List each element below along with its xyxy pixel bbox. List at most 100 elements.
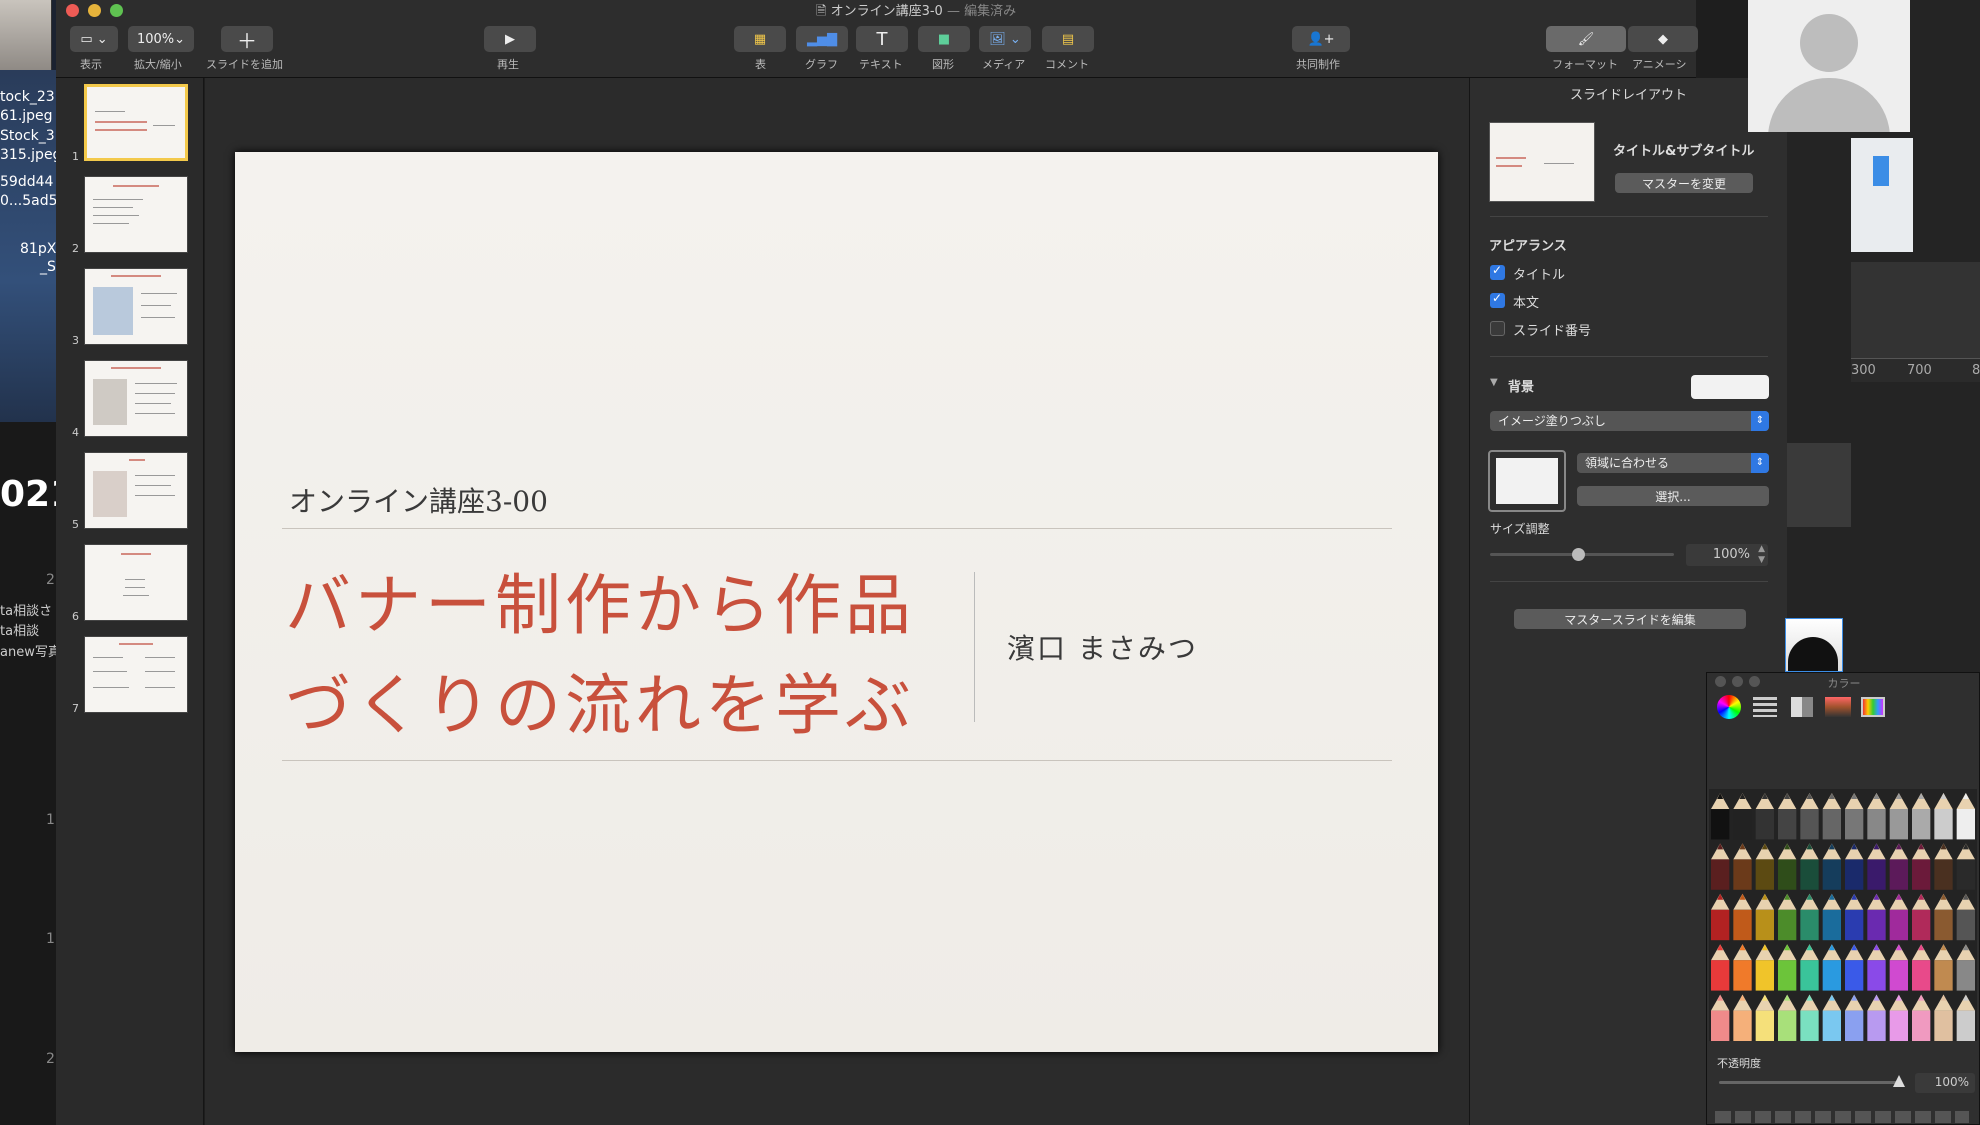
- collaborate-button[interactable]: 👤+: [1292, 26, 1350, 52]
- comment-button[interactable]: ▤: [1042, 26, 1094, 52]
- crayon-picker[interactable]: [1709, 789, 1977, 1041]
- pencil-grid[interactable]: [1709, 789, 1977, 1041]
- pencil-color[interactable]: [1711, 960, 1730, 991]
- pencil-color[interactable]: [1912, 1010, 1931, 1041]
- animate-button[interactable]: ◆: [1628, 26, 1698, 52]
- pencil-color[interactable]: [1822, 960, 1841, 991]
- desktop-file-label[interactable]: tock_23: [0, 88, 55, 106]
- pencil-color[interactable]: [1934, 859, 1953, 890]
- pencil-color[interactable]: [1956, 809, 1975, 840]
- pencil-color[interactable]: [1956, 1010, 1975, 1041]
- change-master-button[interactable]: マスターを変更: [1615, 173, 1753, 193]
- zoom-window-button[interactable]: [110, 4, 123, 17]
- pencil-color[interactable]: [1800, 909, 1819, 941]
- pencil-color[interactable]: [1934, 809, 1953, 840]
- slide-number-checkbox[interactable]: [1490, 321, 1505, 336]
- pencil-color[interactable]: [1956, 960, 1975, 991]
- media-button[interactable]: 🖼 ⌄: [979, 26, 1031, 52]
- pencil-color[interactable]: [1711, 909, 1730, 941]
- desktop-file-label[interactable]: 59dd44: [0, 173, 53, 191]
- desktop-file-label[interactable]: 61.jpeg: [0, 107, 53, 125]
- body-checkbox[interactable]: [1490, 291, 1505, 308]
- pencil-color[interactable]: [1889, 1010, 1908, 1041]
- pencil-color[interactable]: [1934, 909, 1953, 941]
- slide-thumbnail-1[interactable]: [84, 84, 188, 161]
- pencils-icon[interactable]: [1861, 697, 1885, 717]
- opacity-value-field[interactable]: 100%: [1915, 1073, 1975, 1093]
- pencil-color[interactable]: [1778, 809, 1797, 840]
- slide-thumbnail-5[interactable]: [84, 452, 188, 529]
- pencil-color[interactable]: [1889, 909, 1908, 941]
- pencil-color[interactable]: [1733, 1010, 1752, 1041]
- add-slide-button[interactable]: ＋: [221, 26, 273, 53]
- pencil-color[interactable]: [1934, 960, 1953, 991]
- disclosure-triangle-icon[interactable]: ▼: [1490, 377, 1498, 388]
- pencil-color[interactable]: [1778, 960, 1797, 991]
- pencil-color[interactable]: [1889, 809, 1908, 840]
- pencil-color[interactable]: [1956, 859, 1975, 890]
- pencil-color[interactable]: [1867, 960, 1886, 991]
- opacity-slider[interactable]: [1719, 1075, 1905, 1087]
- sliders-icon[interactable]: [1753, 697, 1777, 717]
- chart-button[interactable]: ▂▅▇: [796, 26, 848, 52]
- pencil-color[interactable]: [1800, 809, 1819, 840]
- pencil-color[interactable]: [1822, 809, 1841, 840]
- shape-button[interactable]: ■: [918, 26, 970, 52]
- title-checkbox[interactable]: [1490, 263, 1505, 280]
- pencil-color[interactable]: [1800, 859, 1819, 890]
- choose-image-button[interactable]: 選択...: [1577, 486, 1769, 506]
- desktop-image-thumbnail[interactable]: [0, 0, 52, 70]
- pencil-color[interactable]: [1912, 859, 1931, 890]
- color-wheel-icon[interactable]: [1717, 695, 1741, 719]
- color-swatches[interactable]: [1715, 1111, 1969, 1123]
- slide-subtitle[interactable]: オンライン講座3-00: [289, 480, 548, 520]
- pencil-color[interactable]: [1778, 1010, 1797, 1041]
- pencil-color[interactable]: [1778, 859, 1797, 890]
- format-button[interactable]: 🖌: [1546, 26, 1626, 52]
- slide-thumbnail-7[interactable]: [84, 636, 188, 713]
- pencil-color[interactable]: [1867, 909, 1886, 941]
- pencil-color[interactable]: [1822, 1010, 1841, 1041]
- current-slide[interactable]: オンライン講座3-00 バナー制作から作品 づくりの流れを学ぶ 濱口 まさみつ: [235, 152, 1438, 1052]
- slide-title-line-2[interactable]: づくりの流れを学ぶ: [285, 652, 915, 748]
- pencil-color[interactable]: [1755, 809, 1774, 840]
- close-window-button[interactable]: [66, 4, 79, 17]
- pencil-color[interactable]: [1733, 809, 1752, 840]
- play-button[interactable]: ▶: [484, 26, 536, 52]
- pencil-color[interactable]: [1711, 859, 1730, 890]
- size-slider[interactable]: [1490, 548, 1674, 561]
- slide-title-line-1[interactable]: バナー制作から作品: [285, 552, 915, 648]
- pencil-color[interactable]: [1889, 960, 1908, 991]
- pencil-color[interactable]: [1755, 1010, 1774, 1041]
- slide-author[interactable]: 濱口 まさみつ: [1007, 627, 1198, 667]
- pencil-color[interactable]: [1778, 909, 1797, 941]
- desktop-file-label[interactable]: _S: [40, 258, 56, 276]
- desktop-file-label[interactable]: 81pX: [20, 240, 56, 258]
- pencil-color[interactable]: [1733, 960, 1752, 991]
- desktop-file-label[interactable]: 0...5ad5: [0, 192, 56, 210]
- layout-thumbnail[interactable]: [1489, 122, 1595, 202]
- opacity-slider-knob[interactable]: [1893, 1075, 1905, 1087]
- size-value-field[interactable]: 100% ▲ ▼: [1686, 544, 1768, 566]
- pencil-color[interactable]: [1934, 1010, 1953, 1041]
- pencil-color[interactable]: [1845, 809, 1864, 840]
- pencil-color[interactable]: [1845, 960, 1864, 991]
- pencil-color[interactable]: [1912, 909, 1931, 941]
- desktop-file-label[interactable]: 315.jpeg: [0, 146, 56, 164]
- image-palettes-icon[interactable]: [1825, 697, 1851, 717]
- pencil-color[interactable]: [1800, 960, 1819, 991]
- background-color-well[interactable]: [1691, 375, 1769, 399]
- pencil-color[interactable]: [1956, 909, 1975, 941]
- pencil-color[interactable]: [1867, 809, 1886, 840]
- image-well[interactable]: [1488, 450, 1566, 512]
- view-button[interactable]: ▭ ⌄: [70, 26, 118, 52]
- pencil-color[interactable]: [1800, 1010, 1819, 1041]
- pencil-color[interactable]: [1755, 960, 1774, 991]
- scale-mode-select[interactable]: 領域に合わせる ⇕: [1577, 453, 1769, 473]
- minimize-window-button[interactable]: [88, 4, 101, 17]
- pencil-color[interactable]: [1711, 809, 1730, 840]
- slide-thumbnail-2[interactable]: [84, 176, 188, 253]
- zoom-button[interactable]: 100% ⌄: [128, 26, 194, 52]
- pencil-color[interactable]: [1912, 960, 1931, 991]
- table-button[interactable]: ▦: [734, 26, 786, 52]
